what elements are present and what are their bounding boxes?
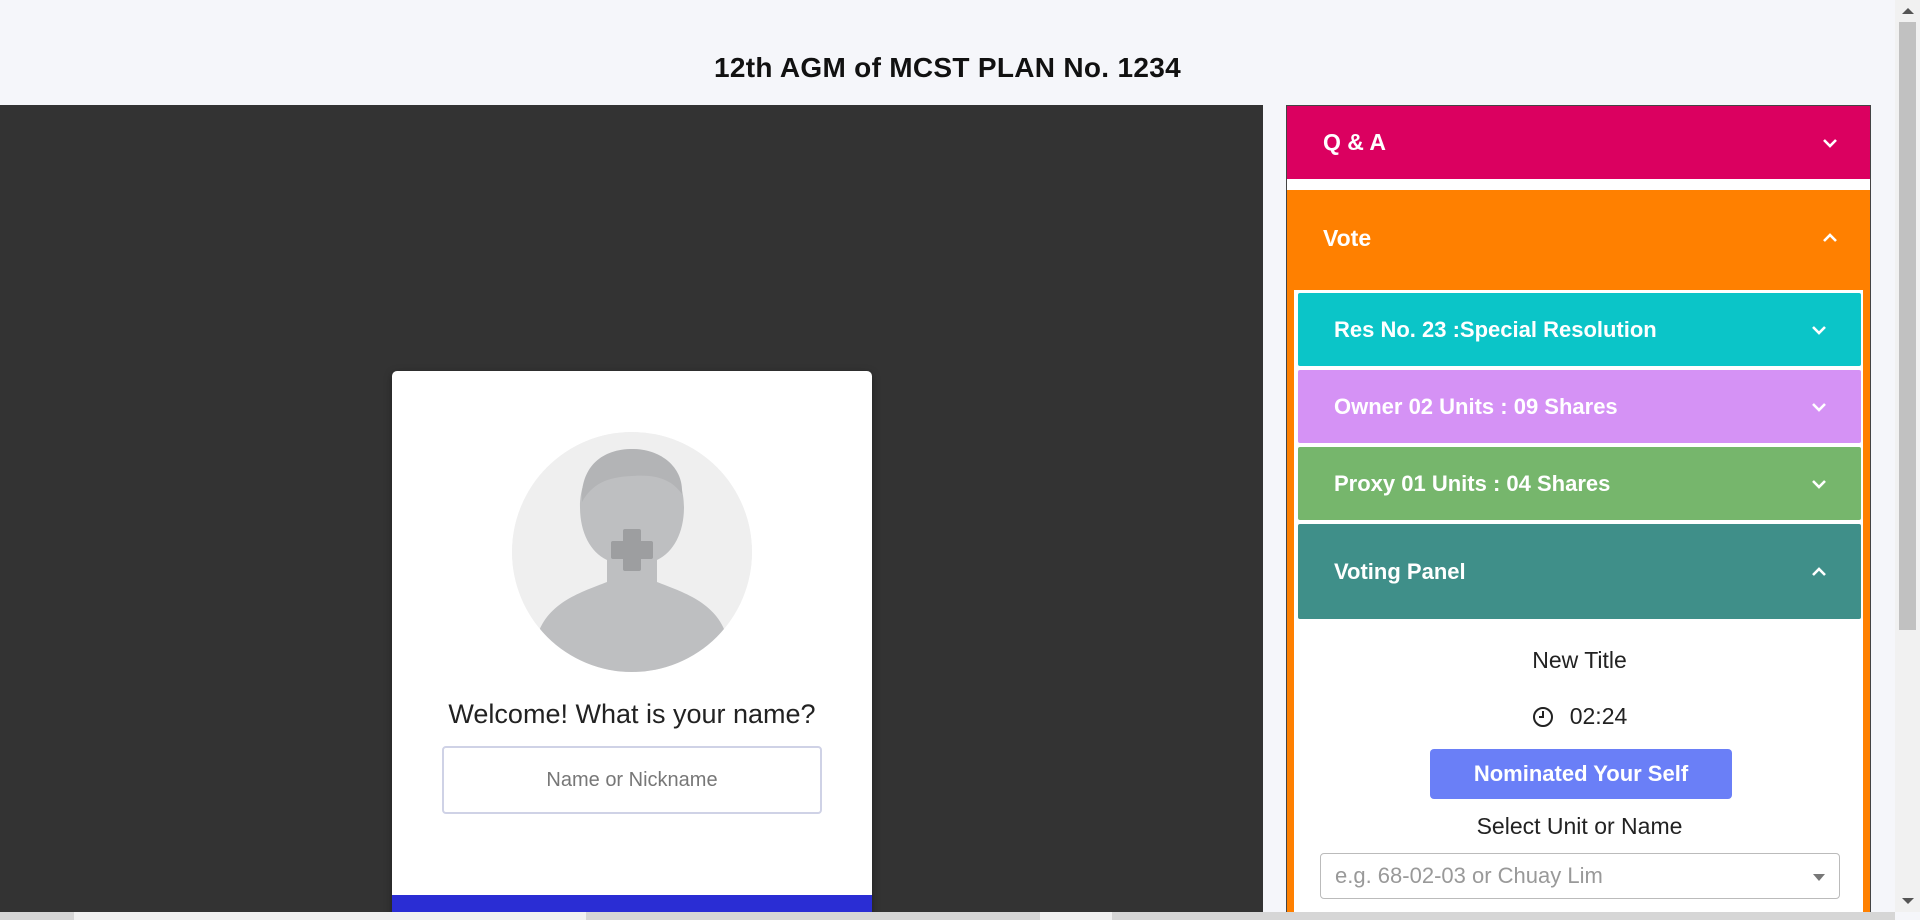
name-input[interactable] — [442, 746, 822, 814]
owner-label: Owner 02 Units : 09 Shares — [1334, 393, 1618, 419]
horizontal-scrollbar[interactable] — [0, 912, 1895, 920]
vote-accordion-header[interactable]: Vote — [1287, 190, 1870, 286]
vertical-scrollbar[interactable] — [1895, 0, 1920, 912]
scroll-down-arrow-icon[interactable] — [1902, 898, 1914, 904]
unit-name-select[interactable]: e.g. 68-02-03 or Chuay Lim — [1320, 853, 1840, 899]
horizontal-scroll-thumb[interactable] — [74, 912, 586, 920]
scroll-up-arrow-icon[interactable] — [1902, 8, 1914, 14]
voting-panel-label: Voting Panel — [1334, 558, 1466, 584]
video-area: Welcome! What is your name? Ok — [0, 105, 1263, 920]
chevron-up-icon — [1823, 233, 1837, 242]
side-panel: Q & A Vote Res No. 23 :Special Resolutio… — [1286, 105, 1871, 912]
horizontal-scroll-segment[interactable] — [1040, 912, 1112, 920]
user-add-avatar-icon[interactable] — [512, 432, 752, 672]
page-title: 12th AGM of MCST PLAN No. 1234 — [714, 52, 1181, 83]
dropdown-caret-icon — [1813, 874, 1825, 881]
voting-panel-accordion-header[interactable]: Voting Panel — [1298, 524, 1861, 619]
owner-accordion-header[interactable]: Owner 02 Units : 09 Shares — [1298, 370, 1861, 443]
chevron-down-icon — [1812, 402, 1826, 412]
welcome-text: Welcome! What is your name? — [448, 699, 816, 729]
vertical-scroll-thumb[interactable] — [1899, 22, 1916, 630]
qa-header-label: Q & A — [1323, 129, 1387, 155]
nominate-yourself-button[interactable]: Nominated Your Self — [1430, 749, 1732, 799]
vote-section: Vote Res No. 23 :Special Resolution Owne… — [1287, 190, 1870, 912]
qa-accordion-header[interactable]: Q & A — [1287, 106, 1870, 179]
countdown-timer: 02:24 — [1298, 703, 1861, 730]
chevron-down-icon — [1812, 325, 1826, 335]
resolution-label: Res No. 23 :Special Resolution — [1334, 316, 1657, 342]
proxy-accordion-header[interactable]: Proxy 01 Units : 04 Shares — [1298, 447, 1861, 520]
vote-body: Res No. 23 :Special Resolution Owner 02 … — [1294, 290, 1863, 912]
vote-title: New Title — [1532, 647, 1627, 673]
unit-select-placeholder: e.g. 68-02-03 or Chuay Lim — [1335, 863, 1603, 888]
chevron-down-icon — [1812, 479, 1826, 489]
proxy-label: Proxy 01 Units : 04 Shares — [1334, 470, 1611, 496]
timer-value: 02:24 — [1569, 703, 1628, 729]
vote-header-label: Vote — [1323, 224, 1372, 251]
resolution-accordion-header[interactable]: Res No. 23 :Special Resolution — [1298, 293, 1861, 366]
clock-icon — [1532, 706, 1553, 727]
chevron-up-icon — [1812, 566, 1826, 576]
name-modal: Welcome! What is your name? Ok — [392, 371, 872, 920]
voting-panel-content: New Title 02:24 Nominated Your Self Sele… — [1298, 619, 1861, 912]
select-unit-label: Select Unit or Name — [1476, 813, 1683, 839]
chevron-down-icon — [1823, 138, 1837, 148]
